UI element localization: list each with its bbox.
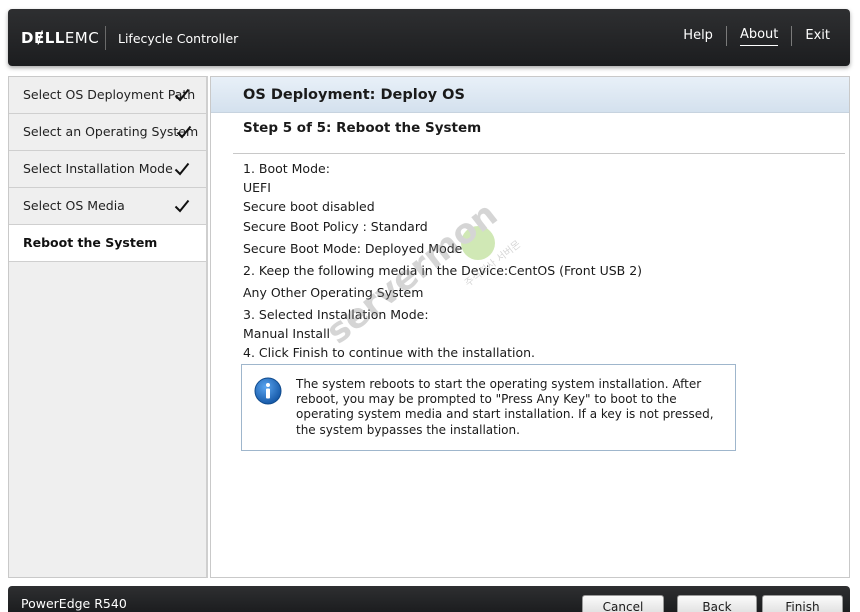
sidebar-item-reboot-the-system[interactable]: Reboot the System bbox=[9, 225, 206, 262]
summary-line-secure-boot: Secure boot disabled bbox=[243, 199, 375, 214]
sidebar-item-label: Select Installation Mode bbox=[23, 161, 173, 176]
sidebar-item-select-installation-mode[interactable]: Select Installation Mode bbox=[9, 151, 206, 188]
summary-line-install-mode-heading: 3. Selected Installation Mode: bbox=[243, 307, 429, 322]
page-title: OS Deployment: Deploy OS bbox=[243, 87, 465, 103]
checkmark-icon bbox=[174, 162, 190, 176]
sidebar-item-select-os-deployment-path[interactable]: Select OS Deployment Path bbox=[9, 77, 206, 114]
summary-line-media-heading: 2. Keep the following media in the Devic… bbox=[243, 263, 643, 278]
page-title-bar: OS Deployment: Deploy OS bbox=[211, 77, 849, 113]
header-nav: Help About Exit bbox=[670, 26, 830, 46]
sidebar-item-label: Select OS Media bbox=[23, 198, 125, 213]
header-separator bbox=[105, 26, 106, 50]
summary-line-media-value: Any Other Operating System bbox=[243, 285, 424, 300]
server-model: PowerEdge R540 bbox=[21, 596, 127, 611]
info-icon bbox=[254, 377, 282, 405]
checkmark-icon bbox=[176, 125, 192, 139]
exit-link[interactable]: Exit bbox=[792, 27, 830, 45]
sidebar-item-select-os-media[interactable]: Select OS Media bbox=[9, 188, 206, 225]
sidebar-item-label: Select an Operating System bbox=[23, 124, 199, 139]
back-button[interactable]: Back bbox=[677, 595, 757, 612]
checkmark-icon bbox=[174, 199, 190, 213]
reboot-info-box: The system reboots to start the operatin… bbox=[241, 364, 736, 451]
summary-line-boot-mode-heading: 1. Boot Mode: bbox=[243, 161, 330, 176]
help-link[interactable]: Help bbox=[670, 27, 726, 45]
finish-button[interactable]: Finish bbox=[762, 595, 843, 612]
summary-line-install-mode-value: Manual Install bbox=[243, 326, 331, 341]
logo-brand-bold: DɆLL bbox=[21, 29, 65, 47]
product-name: Lifecycle Controller bbox=[118, 31, 239, 46]
dell-emc-logo: DɆLLEMC bbox=[21, 29, 99, 47]
logo-brand-light: EMC bbox=[64, 29, 100, 47]
cancel-button[interactable]: Cancel bbox=[582, 595, 664, 612]
sidebar-item-select-operating-system[interactable]: Select an Operating System bbox=[9, 114, 206, 151]
step-divider bbox=[233, 153, 845, 154]
checkmark-icon bbox=[174, 88, 190, 102]
sidebar-item-label: Reboot the System bbox=[23, 235, 158, 250]
info-message: The system reboots to start the operatin… bbox=[296, 377, 714, 437]
wizard-steps-sidebar: Select OS Deployment Path Select an Oper… bbox=[8, 76, 208, 578]
main-content-panel: OS Deployment: Deploy OS Step 5 of 5: Re… bbox=[210, 76, 850, 578]
about-link[interactable]: About bbox=[739, 26, 779, 46]
step-title: Step 5 of 5: Reboot the System bbox=[243, 120, 482, 136]
top-header-bar: DɆLLEMC Lifecycle Controller Help About … bbox=[8, 9, 850, 66]
sidebar-item-label: Select OS Deployment Path bbox=[23, 87, 196, 102]
bottom-footer-bar: PowerEdge R540 Cancel Back Finish bbox=[8, 586, 850, 612]
summary-line-finish-instruction: 4. Click Finish to continue with the ins… bbox=[243, 345, 536, 360]
summary-line-secure-boot-mode: Secure Boot Mode: Deployed Mode bbox=[243, 241, 463, 256]
summary-line-secure-boot-policy: Secure Boot Policy : Standard bbox=[243, 219, 428, 234]
nav-divider bbox=[725, 26, 727, 46]
summary-line-boot-mode-value: UEFI bbox=[243, 180, 271, 195]
